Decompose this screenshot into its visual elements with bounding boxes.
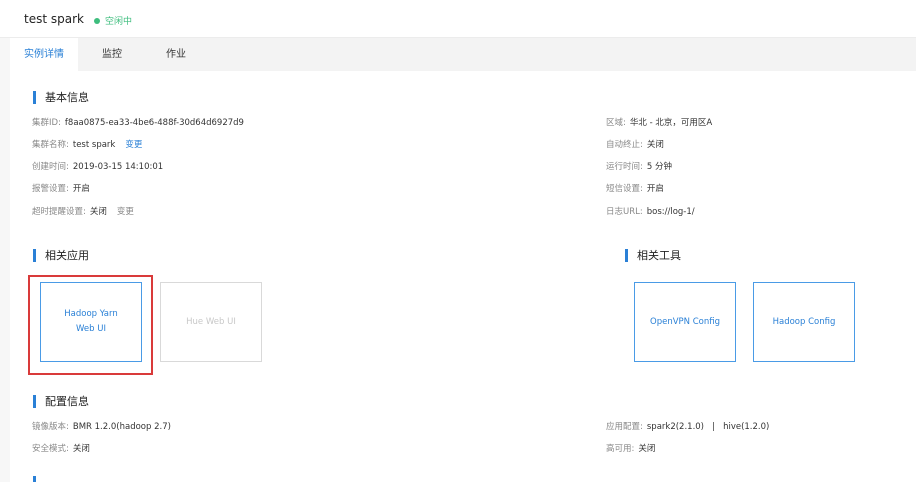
cluster-name-row: 集群名称: test spark 变更 xyxy=(32,138,142,150)
page-title: test spark xyxy=(24,12,84,26)
hadoop-yarn-webui-card[interactable]: Hadoop Yarn Web UI xyxy=(40,282,142,362)
hue-webui-card: Hue Web UI xyxy=(160,282,262,362)
tab-bar: 实例详情 监控 作业 xyxy=(10,38,916,71)
field-label: 集群名称: xyxy=(32,140,69,150)
section-label: 配置信息 xyxy=(45,395,89,408)
field-label: 应用配置: xyxy=(606,422,643,432)
tab-jobs[interactable]: 作业 xyxy=(154,38,198,71)
related-apps-title: 相关应用 xyxy=(33,247,89,263)
tab-monitor[interactable]: 监控 xyxy=(90,38,134,71)
section-marker xyxy=(33,476,36,482)
created-row: 创建时间: 2019-03-15 14:10:01 xyxy=(32,160,163,172)
section-label: 相关工具 xyxy=(637,249,681,262)
field-label: 创建时间: xyxy=(32,162,69,172)
field-label: 超时提醒设置: xyxy=(32,207,86,217)
alarm-value: 开启 xyxy=(72,184,90,194)
app-config-row: 应用配置: spark2(2.1.0) | hive(1.2.0) xyxy=(606,420,769,432)
field-label: 日志URL: xyxy=(606,207,643,217)
ha-value: 关闭 xyxy=(638,444,656,454)
region-row: 区域: 华北 - 北京，可用区A xyxy=(606,116,712,128)
auto-stop-value: 关闭 xyxy=(646,140,664,150)
card-label-line1: Hadoop Yarn xyxy=(64,309,118,319)
status-text: 空闲中 xyxy=(105,17,133,27)
image-version-value: BMR 1.2.0(hadoop 2.7) xyxy=(72,422,171,432)
cluster-id-value: f8aa0875-ea33-4be6-488f-30d64d6927d9 xyxy=(64,118,244,128)
card-label-line2: Web UI xyxy=(76,324,106,334)
status-dot-icon xyxy=(94,17,100,24)
change-timeout-link[interactable]: 变更 xyxy=(117,207,134,217)
section-marker xyxy=(33,90,36,104)
auto-stop-row: 自动终止: 关闭 xyxy=(606,138,664,150)
field-label: 镜像版本: xyxy=(32,422,69,432)
field-label: 短信设置: xyxy=(606,184,643,194)
cluster-id-row: 集群ID: f8aa0875-ea33-4be6-488f-30d64d6927d… xyxy=(32,116,244,128)
field-label: 运行时间: xyxy=(606,162,643,172)
app-config-value: spark2(2.1.0) | hive(1.2.0) xyxy=(646,422,770,432)
field-label: 报警设置: xyxy=(32,184,69,194)
region-value: 华北 - 北京，可用区A xyxy=(629,118,713,128)
card-label: OpenVPN Config xyxy=(650,316,720,327)
page-header: test spark 空闲中 xyxy=(0,0,916,38)
basic-info-title: 基本信息 xyxy=(33,89,89,105)
sms-row: 短信设置: 开启 xyxy=(606,182,664,194)
field-label: 高可用: xyxy=(606,444,635,454)
security-value: 关闭 xyxy=(72,444,90,454)
cluster-name-value: test spark xyxy=(72,140,116,150)
timeout-value: 关闭 xyxy=(89,207,107,217)
field-label: 集群ID: xyxy=(32,118,61,128)
field-label: 区域: xyxy=(606,118,626,128)
section-marker xyxy=(625,248,628,262)
sms-value: 开启 xyxy=(646,184,664,194)
card-label: Hue Web UI xyxy=(186,316,236,327)
related-tools-title: 相关工具 xyxy=(625,247,681,263)
ha-row: 高可用: 关闭 xyxy=(606,442,655,454)
log-url-value: bos://log-1/ xyxy=(646,207,695,217)
hadoop-config-card[interactable]: Hadoop Config xyxy=(753,282,855,362)
config-info-title: 配置信息 xyxy=(33,393,89,409)
section-label: 相关应用 xyxy=(45,249,89,262)
section-label: 基本信息 xyxy=(45,91,89,104)
left-gutter xyxy=(0,38,10,482)
section-marker xyxy=(33,248,36,262)
field-label: 安全模式: xyxy=(32,444,69,454)
runtime-row: 运行时间: 5 分钟 xyxy=(606,160,672,172)
section-marker xyxy=(33,394,36,408)
runtime-value: 5 分钟 xyxy=(646,162,672,172)
change-name-link[interactable]: 变更 xyxy=(125,140,142,150)
security-row: 安全模式: 关闭 xyxy=(32,442,90,454)
created-value: 2019-03-15 14:10:01 xyxy=(72,162,164,172)
card-label: Hadoop Config xyxy=(772,316,836,327)
status-badge: 空闲中 xyxy=(94,14,132,27)
field-label: 自动终止: xyxy=(606,140,643,150)
tab-instance-details[interactable]: 实例详情 xyxy=(10,38,78,71)
timeout-row: 超时提醒设置: 关闭 变更 xyxy=(32,205,134,217)
openvpn-config-card[interactable]: OpenVPN Config xyxy=(634,282,736,362)
alarm-row: 报警设置: 开启 xyxy=(32,182,90,194)
image-version-row: 镜像版本: BMR 1.2.0(hadoop 2.7) xyxy=(32,420,171,432)
log-url-row: 日志URL: bos://log-1/ xyxy=(606,205,695,217)
